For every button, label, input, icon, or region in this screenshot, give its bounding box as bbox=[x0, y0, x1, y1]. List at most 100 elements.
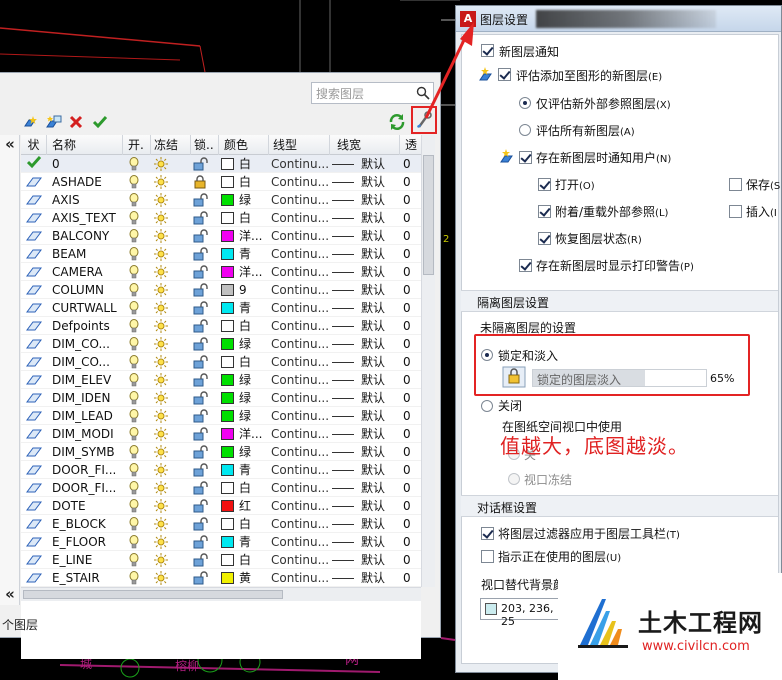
color-swatch[interactable] bbox=[221, 284, 234, 296]
lineweight[interactable]: 默认 bbox=[361, 281, 391, 299]
sun-icon[interactable] bbox=[153, 551, 173, 569]
layer-row[interactable]: DIM_MODI 洋... Continu... 默认 0 bbox=[21, 425, 421, 443]
unlock-icon[interactable] bbox=[193, 209, 213, 227]
new-layer-button[interactable] bbox=[22, 112, 42, 132]
color-name[interactable]: 白 bbox=[239, 551, 269, 569]
layer-row[interactable]: DOOR_FI... 白 Continu... 默认 0 bbox=[21, 479, 421, 497]
color-name[interactable]: 绿 bbox=[239, 335, 269, 353]
color-name[interactable]: 白 bbox=[239, 209, 269, 227]
transparency[interactable]: 0 bbox=[403, 461, 419, 479]
color-swatch[interactable] bbox=[221, 428, 234, 440]
lineweight[interactable]: 默认 bbox=[361, 443, 391, 461]
eval-new-layers-checkbox[interactable] bbox=[498, 68, 511, 81]
layer-row[interactable]: Defpoints 白 Continu... 默认 0 bbox=[21, 317, 421, 335]
horizontal-scroll-thumb[interactable] bbox=[23, 590, 283, 599]
linetype[interactable]: Continu... bbox=[271, 443, 329, 461]
col-status[interactable]: 状 bbox=[21, 135, 47, 155]
color-name[interactable]: 洋... bbox=[239, 425, 269, 443]
lineweight[interactable]: 默认 bbox=[361, 353, 391, 371]
layer-row[interactable]: DIM_LEAD 绿 Continu... 默认 0 bbox=[21, 407, 421, 425]
bulb-icon[interactable] bbox=[129, 299, 143, 317]
refresh-button[interactable] bbox=[387, 112, 407, 132]
lineweight[interactable]: 默认 bbox=[361, 497, 391, 515]
layer-row[interactable]: ASHADE 白 Continu... 默认 0 bbox=[21, 173, 421, 191]
layer-row[interactable]: DIM_ELEV 绿 Continu... 默认 0 bbox=[21, 371, 421, 389]
unlock-icon[interactable] bbox=[193, 569, 213, 587]
transparency[interactable]: 0 bbox=[403, 191, 419, 209]
bulb-icon[interactable] bbox=[129, 407, 143, 425]
unlock-icon[interactable] bbox=[193, 263, 213, 281]
lineweight[interactable]: 默认 bbox=[361, 335, 391, 353]
color-name[interactable]: 白 bbox=[239, 317, 269, 335]
transparency[interactable]: 0 bbox=[403, 335, 419, 353]
linetype[interactable]: Continu... bbox=[271, 479, 329, 497]
sun-icon[interactable] bbox=[153, 425, 173, 443]
lineweight[interactable]: 默认 bbox=[361, 371, 391, 389]
color-swatch[interactable] bbox=[221, 230, 234, 242]
linetype[interactable]: Continu... bbox=[271, 389, 329, 407]
sun-icon[interactable] bbox=[153, 281, 173, 299]
unlock-icon[interactable] bbox=[193, 335, 213, 353]
sun-icon[interactable] bbox=[153, 371, 173, 389]
linetype[interactable]: Continu... bbox=[271, 335, 329, 353]
unlock-icon[interactable] bbox=[193, 281, 213, 299]
layer-row[interactable]: DIM_IDEN 绿 Continu... 默认 0 bbox=[21, 389, 421, 407]
color-swatch[interactable] bbox=[221, 392, 234, 404]
layer-row[interactable]: 0 白 Continu... 默认 0 bbox=[21, 155, 421, 173]
plot-warning-checkbox[interactable] bbox=[519, 259, 532, 272]
sun-icon[interactable] bbox=[153, 335, 173, 353]
delete-layer-button[interactable] bbox=[66, 112, 86, 132]
col-freeze[interactable]: 冻结 bbox=[151, 135, 191, 155]
transparency[interactable]: 0 bbox=[403, 353, 419, 371]
layer-row[interactable]: COLUMN 9 Continu... 默认 0 bbox=[21, 281, 421, 299]
color-swatch[interactable] bbox=[221, 518, 234, 530]
transparency[interactable]: 0 bbox=[403, 299, 419, 317]
color-swatch[interactable] bbox=[221, 158, 234, 170]
transparency[interactable]: 0 bbox=[403, 479, 419, 497]
transparency[interactable]: 0 bbox=[403, 317, 419, 335]
vp-freeze-radio[interactable] bbox=[508, 473, 520, 485]
sun-icon[interactable] bbox=[153, 191, 173, 209]
bulb-icon[interactable] bbox=[129, 497, 143, 515]
color-swatch[interactable] bbox=[221, 248, 234, 260]
bulb-icon[interactable] bbox=[129, 389, 143, 407]
col-lineweight[interactable]: 线宽 bbox=[334, 135, 400, 155]
lineweight[interactable]: 默认 bbox=[361, 389, 391, 407]
lineweight[interactable]: 默认 bbox=[361, 245, 391, 263]
transparency[interactable]: 0 bbox=[403, 407, 419, 425]
color-name[interactable]: 青 bbox=[239, 533, 269, 551]
sun-icon[interactable] bbox=[153, 209, 173, 227]
transparency[interactable]: 0 bbox=[403, 569, 419, 587]
linetype[interactable]: Continu... bbox=[271, 317, 329, 335]
lineweight[interactable]: 默认 bbox=[361, 515, 391, 533]
color-swatch[interactable] bbox=[221, 302, 234, 314]
linetype[interactable]: Continu... bbox=[271, 191, 329, 209]
color-name[interactable]: 9 bbox=[239, 281, 269, 299]
linetype[interactable]: Continu... bbox=[271, 155, 329, 173]
col-color[interactable]: 颜色 bbox=[221, 135, 269, 155]
linetype[interactable]: Continu... bbox=[271, 263, 329, 281]
bulb-icon[interactable] bbox=[129, 479, 143, 497]
all-new-radio[interactable] bbox=[519, 124, 531, 136]
apply-filter-checkbox[interactable] bbox=[481, 527, 494, 540]
sun-icon[interactable] bbox=[153, 245, 173, 263]
transparency[interactable]: 0 bbox=[403, 497, 419, 515]
unlock-icon[interactable] bbox=[193, 227, 213, 245]
color-swatch[interactable] bbox=[221, 464, 234, 476]
lineweight[interactable]: 默认 bbox=[361, 209, 391, 227]
lineweight[interactable]: 默认 bbox=[361, 479, 391, 497]
color-swatch[interactable] bbox=[221, 356, 234, 368]
layer-row[interactable]: BALCONY 洋... Continu... 默认 0 bbox=[21, 227, 421, 245]
sun-icon[interactable] bbox=[153, 533, 173, 551]
unlock-icon[interactable] bbox=[193, 389, 213, 407]
search-icon[interactable] bbox=[416, 86, 430, 100]
lineweight[interactable]: 默认 bbox=[361, 263, 391, 281]
unlock-icon[interactable] bbox=[193, 245, 213, 263]
col-lock[interactable]: 锁.. bbox=[191, 135, 219, 155]
off-radio[interactable] bbox=[481, 400, 493, 412]
linetype[interactable]: Continu... bbox=[271, 407, 329, 425]
lineweight[interactable]: 默认 bbox=[361, 155, 391, 173]
bulb-icon[interactable] bbox=[129, 551, 143, 569]
linetype[interactable]: Continu... bbox=[271, 299, 329, 317]
color-name[interactable]: 青 bbox=[239, 461, 269, 479]
